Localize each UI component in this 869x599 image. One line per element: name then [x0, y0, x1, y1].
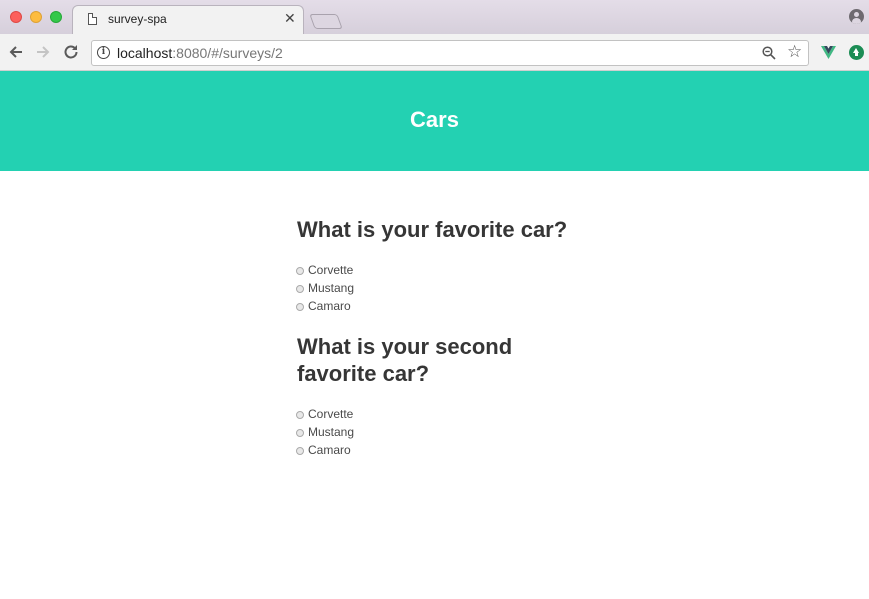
vue-icon[interactable] — [821, 46, 836, 59]
radio-button[interactable] — [296, 411, 304, 419]
option-label: Mustang — [308, 281, 355, 295]
option-camaro[interactable]: Camaro — [296, 299, 351, 315]
question-title: What is your second favorite car? — [297, 334, 513, 386]
url-text[interactable]: localhost:8080/#/surveys/2 — [117, 45, 283, 61]
window-maximize-button[interactable] — [50, 11, 62, 23]
url-host: localhost — [117, 45, 173, 61]
radio-button[interactable] — [296, 303, 304, 311]
option-label: Camaro — [308, 299, 351, 313]
arrow-right-icon[interactable] — [33, 42, 53, 62]
radio-button[interactable] — [296, 429, 304, 437]
option-mustang[interactable]: Mustang — [296, 281, 354, 297]
reload-icon[interactable] — [61, 42, 81, 62]
option-camaro[interactable]: Camaro — [296, 443, 351, 459]
window-close-button[interactable] — [10, 11, 22, 23]
close-tab-icon[interactable]: ✕ — [284, 11, 296, 25]
radio-button[interactable] — [296, 447, 304, 455]
tab-title: survey-spa — [108, 12, 167, 26]
option-label: Corvette — [308, 263, 354, 277]
radio-button[interactable] — [296, 285, 304, 293]
url-path: :8080/#/surveys/2 — [172, 45, 283, 61]
upload-icon[interactable] — [849, 45, 864, 60]
option-corvette[interactable]: Corvette — [296, 263, 353, 279]
option-label: Mustang — [308, 425, 355, 439]
user-icon[interactable] — [849, 9, 864, 24]
info-icon[interactable]: i — [97, 46, 110, 59]
star-icon[interactable]: ☆ — [787, 43, 802, 60]
window-minimize-button[interactable] — [30, 11, 42, 23]
option-label: Corvette — [308, 407, 354, 421]
page-icon — [88, 13, 97, 25]
question-title: What is your favorite car? — [297, 217, 568, 242]
browser-tab[interactable] — [72, 5, 304, 35]
radio-button[interactable] — [296, 267, 304, 275]
option-corvette[interactable]: Corvette — [296, 407, 353, 423]
arrow-left-icon[interactable] — [6, 42, 26, 62]
zoom-out-icon[interactable] — [762, 46, 776, 60]
page-title: Cars — [410, 107, 459, 132]
new-tab-button[interactable] — [309, 14, 343, 29]
option-mustang[interactable]: Mustang — [296, 425, 354, 441]
option-label: Camaro — [308, 443, 351, 457]
